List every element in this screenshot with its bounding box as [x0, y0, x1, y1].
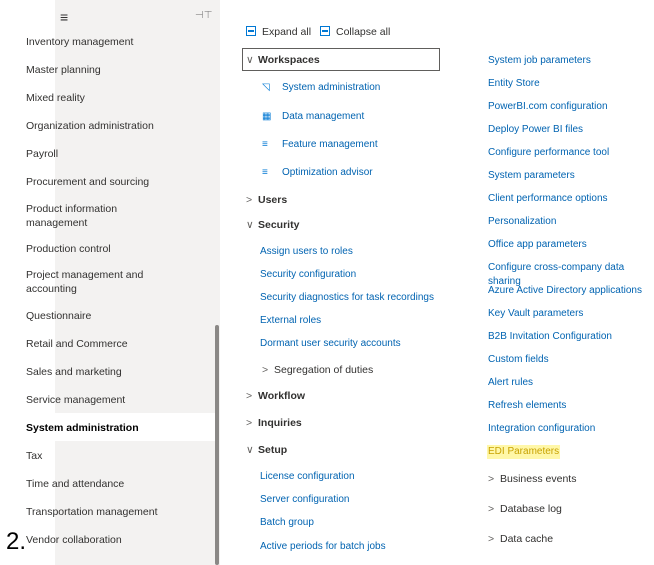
nav-item-retail-and-commerce[interactable]: Retail and Commerce: [26, 337, 161, 351]
link-batch-group[interactable]: Batch group: [260, 516, 314, 530]
group-header-workspaces[interactable]: ∨ Workspaces: [246, 53, 320, 67]
chevron-right-icon: >: [246, 194, 253, 206]
link-assign-users-to-roles[interactable]: Assign users to roles: [260, 245, 353, 259]
link-refresh-elements[interactable]: Refresh elements: [488, 399, 566, 413]
link-dormant-user-security-accounts[interactable]: Dormant user security accounts: [260, 337, 401, 351]
chevron-down-icon: ∨: [246, 54, 254, 66]
chevron-right-icon: >: [246, 417, 253, 429]
chevron-right-icon: >: [488, 503, 495, 515]
nav-item-transportation-management[interactable]: Transportation management: [26, 505, 161, 519]
link-system-job-parameters[interactable]: System job parameters: [488, 54, 591, 68]
subgroup-database-log[interactable]: > Database log: [488, 502, 562, 516]
nav-item-time-and-attendance[interactable]: Time and attendance: [26, 477, 161, 491]
link-alert-rules[interactable]: Alert rules: [488, 376, 533, 390]
expand-all-label: Expand all: [262, 26, 312, 38]
group-header-setup[interactable]: ∨ Setup: [246, 443, 287, 457]
link-ws-data-management[interactable]: ▦ Data management: [262, 110, 364, 124]
link-ws-optimization-advisor[interactable]: ≡ Optimization advisor: [262, 166, 373, 180]
link-integration-configuration[interactable]: Integration configuration: [488, 422, 595, 436]
chevron-down-icon: ∨: [246, 444, 254, 456]
nav-item-inventory-management[interactable]: Inventory management: [26, 35, 161, 49]
chevron-right-icon: >: [488, 533, 495, 545]
nav-item-master-planning[interactable]: Master planning: [26, 63, 161, 77]
list-icon: ≡: [262, 139, 268, 150]
chevron-right-icon: >: [262, 364, 269, 376]
subgroup-segregation-of-duties[interactable]: > Segregation of duties: [262, 363, 373, 377]
link-personalization[interactable]: Personalization: [488, 215, 556, 229]
link-powerbi-configuration[interactable]: PowerBI.com configuration: [488, 100, 608, 114]
chevron-down-icon: ∨: [246, 219, 254, 231]
link-security-configuration[interactable]: Security configuration: [260, 268, 356, 282]
workspace-icon: ▦: [262, 111, 272, 122]
link-ws-system-administration[interactable]: ◹ System administration: [262, 81, 380, 95]
link-deploy-power-bi-files[interactable]: Deploy Power BI files: [488, 123, 583, 137]
nav-item-production-control[interactable]: Production control: [26, 242, 161, 256]
workspace-icon: ◹: [262, 82, 270, 93]
chevron-right-icon: >: [246, 390, 253, 402]
collapse-all-icon: [320, 26, 330, 36]
link-active-periods-for-batch-jobs[interactable]: Active periods for batch jobs: [260, 540, 386, 554]
link-custom-fields[interactable]: Custom fields: [488, 353, 549, 367]
link-office-app-parameters[interactable]: Office app parameters: [488, 238, 587, 252]
link-edi-parameters[interactable]: EDI Parameters: [487, 445, 561, 459]
nav-item-tax[interactable]: Tax: [26, 449, 161, 463]
link-ws-feature-management[interactable]: ≡ Feature management: [262, 138, 378, 152]
link-external-roles[interactable]: External roles: [260, 314, 321, 328]
link-b2b-invitation-configuration[interactable]: B2B Invitation Configuration: [488, 330, 612, 344]
link-configure-performance-tool[interactable]: Configure performance tool: [488, 146, 609, 160]
group-header-inquiries[interactable]: > Inquiries: [246, 416, 302, 430]
link-client-performance-options[interactable]: Client performance options: [488, 192, 608, 206]
nav-item-questionnaire[interactable]: Questionnaire: [26, 309, 161, 323]
nav-item-sales-and-marketing[interactable]: Sales and marketing: [26, 365, 161, 379]
nav-item-product-information-management[interactable]: Product information management: [26, 202, 151, 230]
expand-all-button[interactable]: Expand all: [246, 25, 311, 39]
pin-icon[interactable]: ⊣⊤: [195, 10, 212, 22]
hamburger-menu-icon[interactable]: ≡: [60, 10, 68, 24]
nav-item-mixed-reality[interactable]: Mixed reality: [26, 91, 161, 105]
link-key-vault-parameters[interactable]: Key Vault parameters: [488, 307, 583, 321]
collapse-all-button[interactable]: Collapse all: [320, 25, 390, 39]
link-server-configuration[interactable]: Server configuration: [260, 493, 350, 507]
nav-item-service-management[interactable]: Service management: [26, 393, 161, 407]
nav-item-vendor-collaboration[interactable]: Vendor collaboration: [26, 533, 161, 547]
group-header-workflow[interactable]: > Workflow: [246, 389, 305, 403]
link-azure-active-directory-applications[interactable]: Azure Active Directory applications: [488, 284, 642, 298]
subgroup-business-events[interactable]: > Business events: [488, 472, 576, 486]
nav-item-system-administration[interactable]: System administration: [26, 421, 161, 435]
nav-item-project-management-and-accounting[interactable]: Project management and accounting: [26, 268, 151, 296]
group-header-users[interactable]: > Users: [246, 193, 287, 207]
nav-scrollbar[interactable]: [215, 325, 219, 565]
expand-all-icon: [246, 26, 256, 36]
link-entity-store[interactable]: Entity Store: [488, 77, 540, 91]
chevron-right-icon: >: [488, 473, 495, 485]
collapse-all-label: Collapse all: [336, 26, 391, 38]
nav-item-procurement-and-sourcing[interactable]: Procurement and sourcing: [26, 175, 161, 189]
subgroup-data-cache[interactable]: > Data cache: [488, 532, 553, 546]
nav-item-organization-administration[interactable]: Organization administration: [26, 119, 161, 133]
nav-item-payroll[interactable]: Payroll: [26, 147, 161, 161]
link-system-parameters[interactable]: System parameters: [488, 169, 575, 183]
list-icon: ≡: [262, 167, 268, 178]
link-license-configuration[interactable]: License configuration: [260, 470, 355, 484]
link-security-diagnostics[interactable]: Security diagnostics for task recordings: [260, 291, 434, 305]
step-label: 2.: [6, 528, 27, 555]
group-header-security[interactable]: ∨ Security: [246, 218, 299, 232]
